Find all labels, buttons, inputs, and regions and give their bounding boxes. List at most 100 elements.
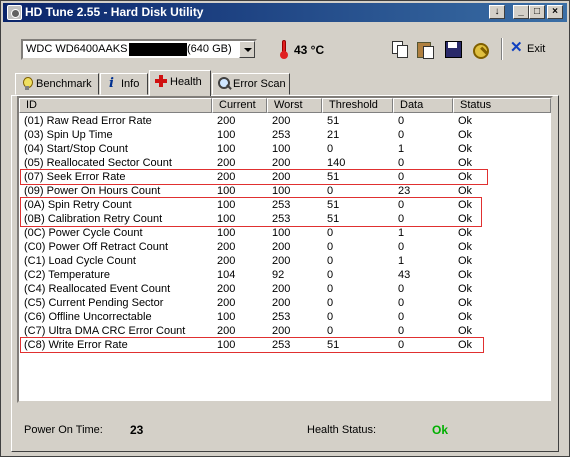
column-header[interactable]: Worst xyxy=(267,98,322,113)
table-row[interactable]: (C1) Load Cycle Count 200 200 0 1 Ok xyxy=(19,254,551,268)
table-cell: 0 xyxy=(398,297,405,309)
table-cell: 1 xyxy=(398,143,405,155)
table-cell: 100 xyxy=(272,227,291,239)
table-cell: Ok xyxy=(458,227,473,239)
tab-error-scan[interactable]: Error Scan xyxy=(212,73,290,95)
table-cell: 200 xyxy=(217,115,236,127)
smart-table[interactable]: ID Current Worst Threshold Data Status (01) R… xyxy=(17,96,553,403)
tab-info[interactable]: Info xyxy=(100,73,148,95)
tab-health[interactable]: Health xyxy=(149,70,211,96)
table-cell: 200 xyxy=(217,241,236,253)
tab-benchmark[interactable]: Benchmark xyxy=(15,73,99,95)
column-header[interactable]: Threshold xyxy=(322,98,393,113)
table-cell: 200 xyxy=(272,283,291,295)
table-row[interactable]: (C7) Ultra DMA CRC Error Count 200 200 0 0 Ok xyxy=(19,324,551,338)
table-cell: Ok xyxy=(458,255,473,267)
health-cross-icon xyxy=(155,74,167,88)
tab-label: Benchmark xyxy=(36,78,92,90)
table-cell: 200 xyxy=(272,297,291,309)
drive-select[interactable]: WDC WD6400AAKS (640 GB) xyxy=(21,39,257,60)
table-cell: 0 xyxy=(398,311,405,323)
table-cell: 0 xyxy=(327,241,334,253)
table-row[interactable]: (0C) Power Cycle Count 100 100 0 1 Ok xyxy=(19,226,551,240)
table-row[interactable]: (C6) Offline Uncorrectable 100 253 0 0 Ok xyxy=(19,310,551,324)
table-cell: (C0) Power Off Retract Count xyxy=(24,241,169,253)
title-bar[interactable]: HD Tune 2.55 - Hard Disk Utility ↓ _ □ × xyxy=(3,3,567,22)
table-cell: 1 xyxy=(398,255,405,267)
table-cell: (01) Raw Read Error Rate xyxy=(24,115,152,127)
table-cell: (C2) Temperature xyxy=(24,269,110,281)
table-cell: Ok xyxy=(458,269,473,281)
drive-size: (640 GB) xyxy=(187,43,232,55)
exit-label: Exit xyxy=(527,43,546,55)
table-cell: 200 xyxy=(217,297,236,309)
table-cell: (C1) Load Cycle Count xyxy=(24,255,136,267)
column-header[interactable]: ID xyxy=(19,98,212,113)
drive-model: WDC WD6400AAKS xyxy=(26,43,128,55)
table-cell: 0 xyxy=(327,325,334,337)
table-cell: 200 xyxy=(217,255,236,267)
table-row[interactable]: (05) Reallocated Sector Count 200 200 140 0 O… xyxy=(19,156,551,170)
table-cell: 0 xyxy=(327,185,334,197)
table-cell: 0 xyxy=(327,311,334,323)
table-cell: 0 xyxy=(327,283,334,295)
table-cell: 104 xyxy=(217,269,236,281)
table-cell: 43 xyxy=(398,269,411,281)
table-cell: Ok xyxy=(458,115,473,127)
exit-button[interactable]: ✕ Exit xyxy=(507,39,555,60)
table-cell: 100 xyxy=(272,185,291,197)
power-on-time-label: Power On Time: xyxy=(24,424,103,436)
table-cell: (C7) Ultra DMA CRC Error Count xyxy=(24,325,186,337)
annotation-highlight xyxy=(20,197,482,227)
column-header[interactable]: Current xyxy=(212,98,267,113)
table-cell: 200 xyxy=(272,241,291,253)
table-row[interactable]: (C4) Reallocated Event Count 200 200 0 0 Ok xyxy=(19,282,551,296)
table-cell: 0 xyxy=(398,115,405,127)
table-cell: 100 xyxy=(217,129,236,141)
table-row[interactable]: (03) Spin Up Time 100 253 21 0 Ok xyxy=(19,128,551,142)
close-button[interactable]: × xyxy=(547,5,563,19)
table-row[interactable]: (04) Start/Stop Count 100 100 0 1 Ok xyxy=(19,142,551,156)
minimize-button[interactable]: _ xyxy=(513,5,529,19)
copy-icon[interactable] xyxy=(390,40,408,58)
magnifier-icon xyxy=(218,77,230,91)
chevron-down-icon[interactable] xyxy=(239,41,255,58)
save-icon[interactable] xyxy=(444,40,462,58)
column-header[interactable]: Status xyxy=(453,98,551,113)
table-cell: Ok xyxy=(458,283,473,295)
info-icon xyxy=(106,76,118,91)
table-cell: Ok xyxy=(458,157,473,169)
annotation-highlight xyxy=(20,337,484,353)
annotation-highlight xyxy=(20,169,488,185)
table-cell: (0C) Power Cycle Count xyxy=(24,227,143,239)
table-row[interactable]: (09) Power On Hours Count 100 100 0 23 Ok xyxy=(19,184,551,198)
health-status-value: Ok xyxy=(432,423,449,437)
table-header: ID Current Worst Threshold Data Status xyxy=(19,98,551,113)
thermometer-icon xyxy=(279,39,289,59)
help-button[interactable]: ↓ xyxy=(489,5,505,19)
table-cell: 200 xyxy=(217,325,236,337)
maximize-button[interactable]: □ xyxy=(529,5,545,19)
paste-icon[interactable] xyxy=(416,40,434,59)
close-icon: ✕ xyxy=(510,39,523,56)
table-cell: 100 xyxy=(217,185,236,197)
table-cell: 253 xyxy=(272,129,291,141)
table-cell: 0 xyxy=(398,157,405,169)
table-cell: Ok xyxy=(458,297,473,309)
table-cell: Ok xyxy=(458,241,473,253)
table-row[interactable]: (C5) Current Pending Sector 200 200 0 0 Ok xyxy=(19,296,551,310)
table-cell: 100 xyxy=(217,143,236,155)
tab-label: Error Scan xyxy=(233,78,286,90)
table-cell: Ok xyxy=(458,129,473,141)
table-cell: 23 xyxy=(398,185,411,197)
table-row[interactable]: (C2) Temperature 104 92 0 43 Ok xyxy=(19,268,551,282)
column-header[interactable]: Data xyxy=(393,98,453,113)
table-cell: 200 xyxy=(272,325,291,337)
app-window: HD Tune 2.55 - Hard Disk Utility ↓ _ □ ×… xyxy=(0,0,570,457)
table-cell: 200 xyxy=(272,157,291,169)
table-row[interactable]: (01) Raw Read Error Rate 200 200 51 0 Ok xyxy=(19,114,551,128)
table-cell: 0 xyxy=(327,143,334,155)
settings-icon[interactable] xyxy=(471,40,489,59)
table-row[interactable]: (C0) Power Off Retract Count 200 200 0 0 Ok xyxy=(19,240,551,254)
redacted-serial xyxy=(129,43,187,56)
